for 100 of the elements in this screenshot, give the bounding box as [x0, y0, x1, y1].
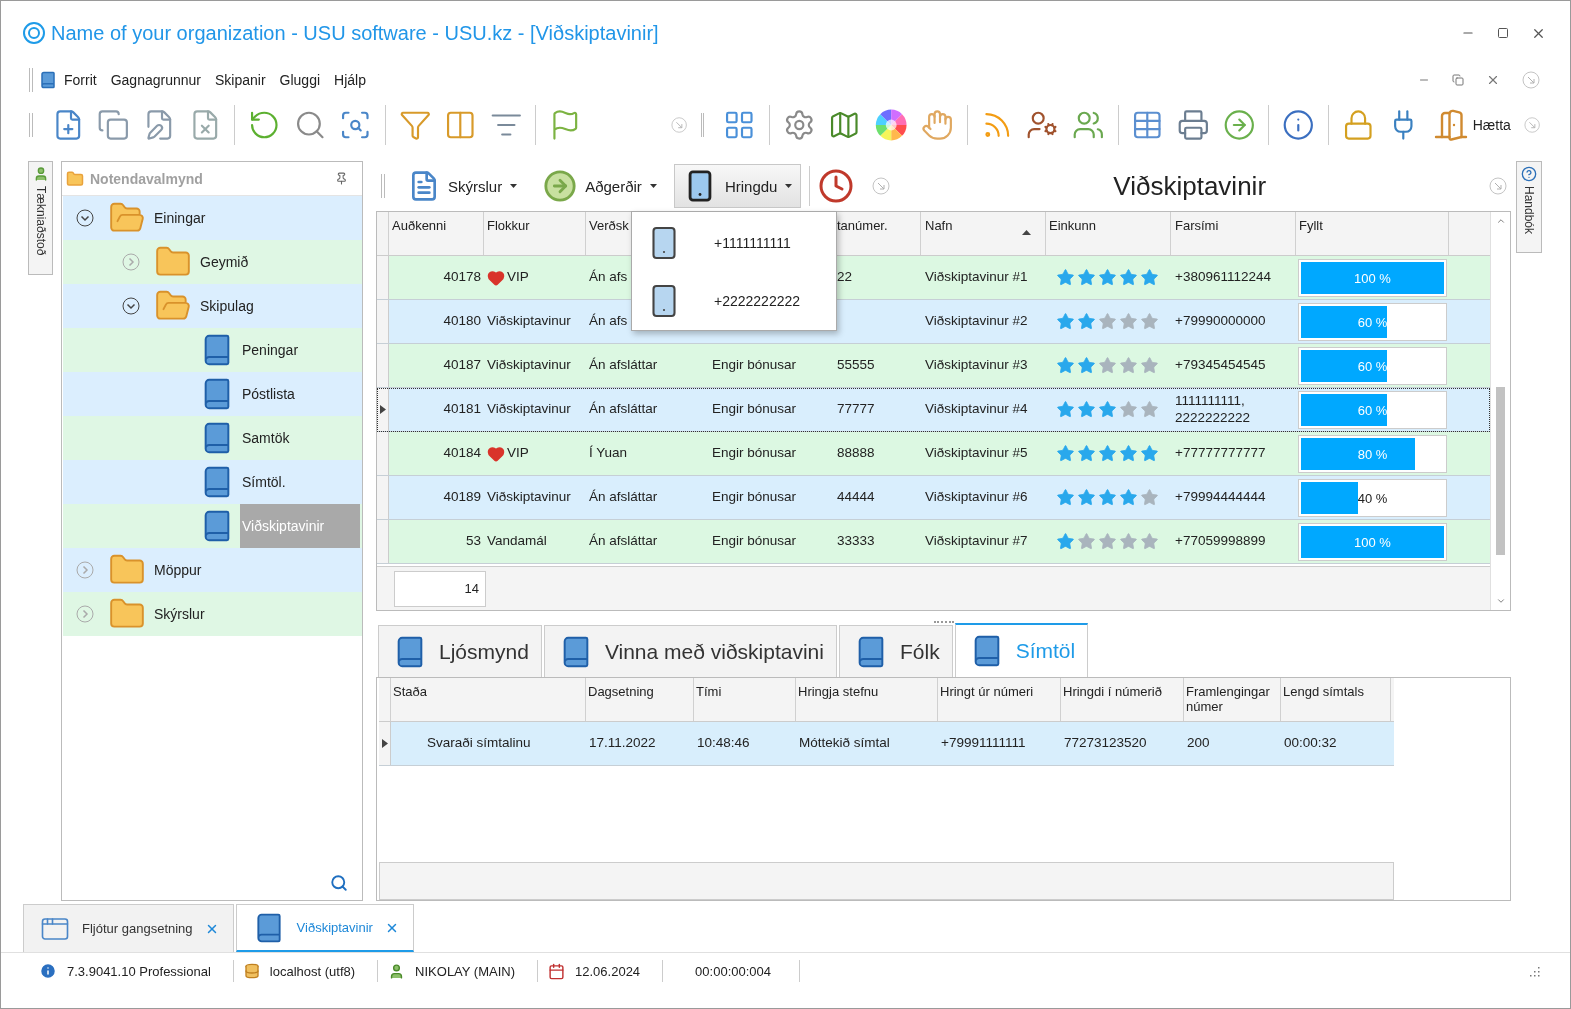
toolbar-grip[interactable]	[700, 113, 705, 137]
table-cell-text: Vandamál	[487, 533, 548, 550]
action-button[interactable]: Hringdu	[673, 164, 802, 208]
help-icon	[1521, 166, 1537, 182]
tab[interactable]: Vinna með viðskiptavini	[543, 625, 837, 677]
expand-icon[interactable]	[122, 253, 140, 271]
tree-item[interactable]: Símtöl.	[63, 460, 362, 504]
column-header[interactable]: Hringt úr númeri	[940, 684, 1058, 699]
column-header[interactable]: Staða	[393, 684, 583, 699]
arrow-right-icon[interactable]	[1222, 107, 1256, 143]
tree-label: Póstlista	[241, 385, 296, 404]
tree-item[interactable]: Möppur	[63, 548, 362, 592]
column-header[interactable]: Nafn	[925, 218, 953, 233]
search-icon[interactable]	[330, 874, 348, 892]
caret-icon	[785, 184, 793, 188]
star-icon	[1119, 488, 1138, 507]
expand-icon[interactable]	[76, 605, 94, 623]
column-header[interactable]: Framlengingar númer	[1186, 684, 1278, 714]
toolbar-grip[interactable]	[381, 174, 385, 198]
column-header[interactable]: Auðkenni	[392, 218, 447, 233]
folder-icon	[66, 169, 84, 188]
table-cell-text: Viðskiptavinur	[487, 401, 572, 418]
maximize-icon[interactable]	[1497, 27, 1509, 39]
menu-item[interactable]: Skipanir	[207, 72, 273, 88]
door-icon	[1432, 107, 1469, 143]
star-icon	[1098, 488, 1117, 507]
table-row[interactable]: 40184 VIP Í Yuan Engir bónusar 88888 Viðskiptavinur #5 +77777777777 80 %	[377, 432, 1490, 476]
scroll-down-icon[interactable]	[1495, 596, 1506, 606]
scroll-up-icon[interactable]	[1495, 216, 1506, 226]
clock-icon[interactable]	[818, 168, 855, 204]
resize-grip-icon[interactable]	[1528, 965, 1540, 977]
column-header[interactable]: Hringdi í númerið	[1063, 684, 1181, 699]
tree-item[interactable]: Skýrslur	[63, 592, 362, 636]
table-cell-text: +77777777777	[1174, 445, 1267, 462]
tree-item[interactable]: Samtök	[63, 416, 362, 460]
tree-item[interactable]: Einingar	[63, 196, 362, 240]
collapse-icon[interactable]	[76, 209, 94, 227]
column-header[interactable]: Einkunn	[1049, 218, 1096, 233]
star-icon	[1077, 356, 1096, 375]
copy-icon[interactable]	[97, 107, 130, 143]
restore-icon[interactable]	[1452, 74, 1464, 86]
table-cell-text: +79990000000	[1174, 313, 1267, 330]
table-row[interactable]: 40189 Viðskiptavinur Án afsláttar Engir bónusar 44444 Viðskiptavinur #6 +79994444444 40 %	[377, 476, 1490, 520]
row-selector[interactable]	[377, 388, 389, 431]
table-cell-text: 33333	[836, 533, 876, 550]
tree-item[interactable]: Skipulag	[63, 284, 362, 328]
row-selector[interactable]	[379, 722, 391, 765]
info-icon[interactable]	[1282, 107, 1315, 143]
column-header[interactable]: Dagsetning	[588, 684, 691, 699]
menu-item[interactable]: Hjálp	[327, 72, 373, 88]
exit-button[interactable]: Hætta	[1432, 107, 1511, 143]
close-icon[interactable]	[1486, 73, 1500, 87]
action-button[interactable]: Aðgerðir	[534, 164, 666, 208]
action-button[interactable]: Skýrslur	[399, 164, 527, 208]
menu-item[interactable]: Gagnagrunnur	[103, 72, 208, 88]
column-header[interactable]: Fyllt	[1299, 218, 1323, 233]
star-icon	[1056, 444, 1075, 463]
tab[interactable]: Ljósmynd	[378, 625, 542, 677]
column-header[interactable]: Tími	[696, 684, 793, 699]
book-icon	[39, 71, 57, 89]
star-icon	[1077, 488, 1096, 507]
toolbar-grip[interactable]	[29, 68, 33, 92]
star-icon	[1119, 356, 1138, 375]
column-header[interactable]: tanúmer.	[837, 218, 888, 233]
scrollbar-thumb[interactable]	[1496, 387, 1505, 555]
tree-item[interactable]: Póstlista	[63, 372, 362, 416]
progress-label: 80 %	[1356, 446, 1389, 462]
tree-label: Geymið	[199, 253, 250, 272]
table-cell-text: Viðskiptavinur	[487, 313, 572, 330]
pin-icon[interactable]	[335, 172, 348, 185]
column-header[interactable]: Hringja stefnu	[798, 684, 935, 699]
column-header[interactable]: Flokkur	[487, 218, 530, 233]
table-cell-text: Í Yuan	[588, 445, 629, 462]
hand-icon[interactable]	[921, 107, 954, 143]
table-cell-text: Án afsláttar	[588, 401, 659, 418]
table-cell-text: Viðskiptavinur #4	[924, 401, 1029, 418]
table-cell-text: 40181	[442, 401, 482, 418]
column-header[interactable]: Farsími	[1175, 218, 1219, 233]
document-tab[interactable]: Fljótur gangsetning	[23, 904, 234, 952]
column-header[interactable]: Lengd símtals	[1283, 684, 1388, 699]
table-row[interactable]: 40181 Viðskiptavinur Án afsláttar Engir bónusar 77777 Viðskiptavinur #4 1111111111, 2222222222 60 %	[377, 388, 1490, 432]
tab[interactable]: Fólk	[838, 625, 953, 677]
column-header[interactable]: Verðsk	[589, 218, 629, 233]
printer-icon[interactable]	[1177, 107, 1210, 143]
side-tab[interactable]: Handbók	[1516, 161, 1542, 253]
calendar-icon	[548, 962, 566, 980]
tree-item[interactable]: Geymið	[63, 240, 362, 284]
tree-item[interactable]: Peningar	[63, 328, 362, 372]
table-row[interactable]: Svaraði símtalinu 17.11.2022 10:48:46 Móttekið símtal +79991111111 77273123520 200 00:00:32	[379, 722, 1394, 766]
collapse-icon[interactable]	[122, 297, 140, 315]
table-cell-text: Án afsláttar	[588, 533, 659, 550]
toolbar-grip[interactable]	[29, 113, 33, 137]
document-tab[interactable]: Viðskiptavinir	[235, 904, 414, 952]
expand-icon[interactable]	[76, 561, 94, 579]
table-row[interactable]: 53 Vandamál Án afsláttar Engir bónusar 33333 Viðskiptavinur #7 +77059998899 100 %	[377, 520, 1490, 564]
table-cell-text: +77059998899	[1174, 533, 1267, 550]
side-tab[interactable]: Tækniaðstoð	[28, 161, 53, 275]
menu-item[interactable]: Gluggi	[272, 72, 328, 88]
table-row[interactable]: 40187 Viðskiptavinur Án afsláttar Engir bónusar 55555 Viðskiptavinur #3 +79345454545 60 %	[377, 344, 1490, 388]
menu-item[interactable]: Forrit	[57, 72, 104, 88]
